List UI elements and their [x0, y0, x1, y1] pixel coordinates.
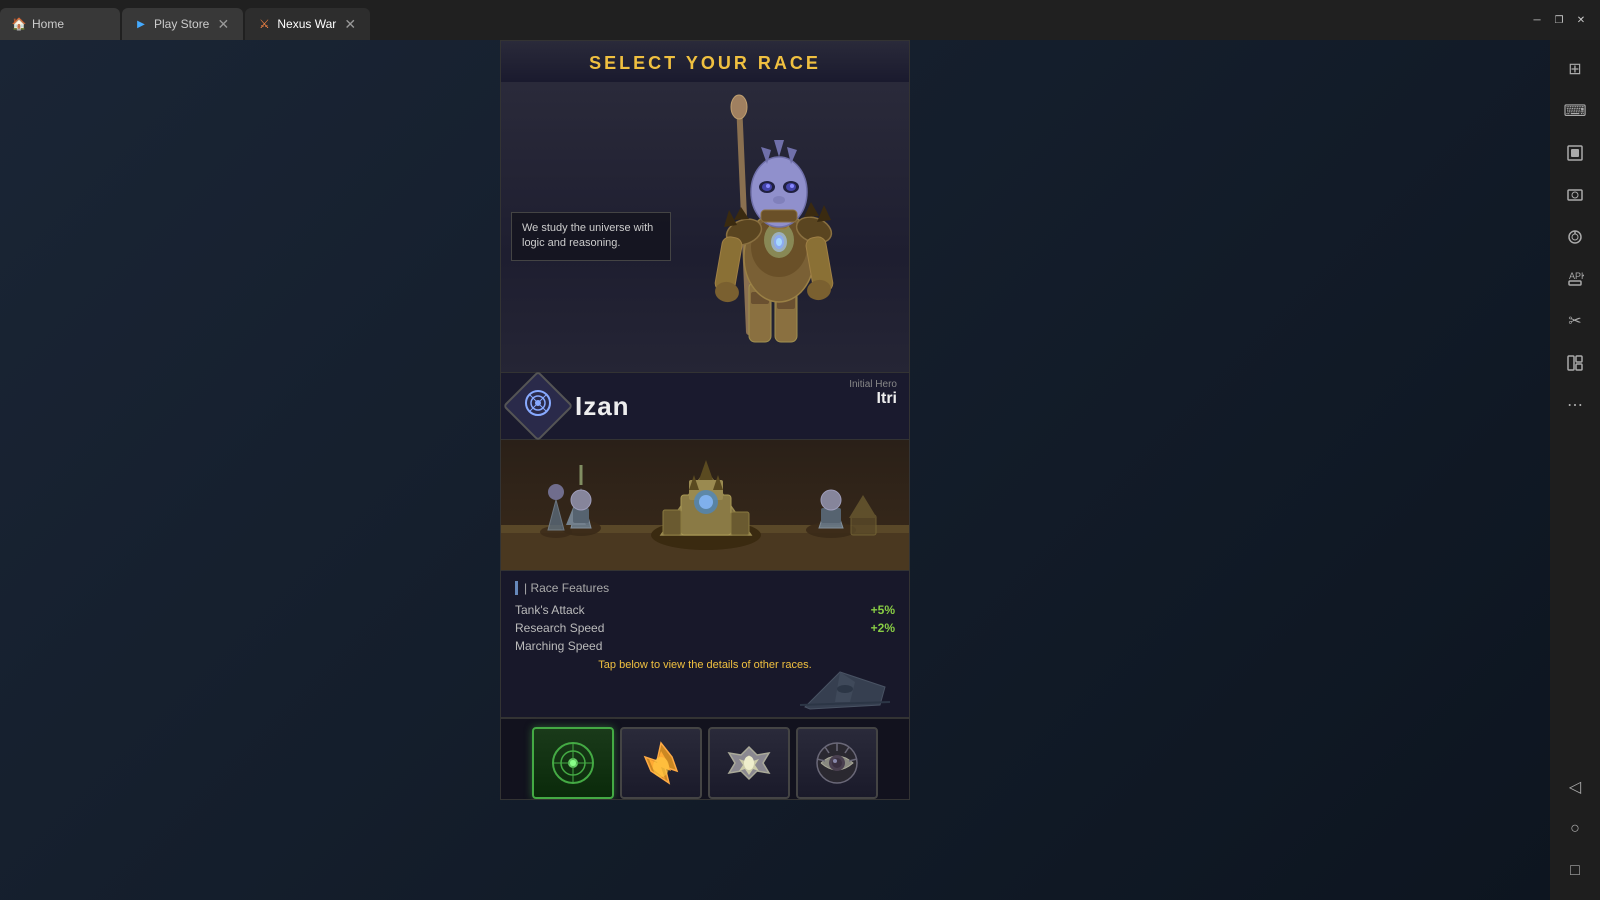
feature-row-marching: Marching Speed	[515, 639, 895, 653]
race-features-section: | Race Features Tank's Attack +5% Resear…	[501, 570, 909, 717]
feature-value-research: +2%	[871, 621, 895, 635]
race-emblem-icon	[523, 388, 553, 424]
race-btn-izan[interactable]	[532, 727, 614, 799]
race-emblem	[503, 371, 574, 442]
svg-text:APK: APK	[1569, 271, 1584, 281]
feature-name-tank: Tank's Attack	[515, 603, 585, 617]
race-features-title: | Race Features	[515, 581, 895, 595]
playstore-tab-favicon: ▶	[134, 17, 148, 31]
home-circle-icon[interactable]: ○	[1556, 810, 1594, 848]
character-description: We study the universe with logic and rea…	[511, 212, 671, 261]
nexuswar-tab-close[interactable]: ✕	[342, 16, 358, 32]
initial-hero-name: Itri	[849, 390, 897, 408]
grid-icon[interactable]: ⊞	[1556, 50, 1594, 88]
feature-value-tank: +5%	[871, 603, 895, 617]
scene-area	[501, 440, 909, 570]
race-name-row: Izan Initial Hero Itri	[501, 372, 909, 440]
layout-icon[interactable]	[1556, 344, 1594, 382]
playstore-tab-close[interactable]: ✕	[215, 16, 231, 32]
upload-icon[interactable]: APK	[1556, 260, 1594, 298]
game-panel: SELECT YOUR RACE We study the universe w…	[500, 40, 910, 800]
tab-home[interactable]: 🏠 Home	[0, 8, 120, 40]
tab-nexuswar[interactable]: ⚔ Nexus War ✕	[245, 8, 370, 40]
race-btn-eagle[interactable]	[708, 727, 790, 799]
record-icon[interactable]	[1556, 134, 1594, 172]
race-btn-eye[interactable]	[796, 727, 878, 799]
page-title: SELECT YOUR RACE	[501, 53, 909, 74]
home-tab-favicon: 🏠	[12, 17, 26, 31]
initial-hero-info: Initial Hero Itri	[849, 379, 897, 408]
right-sidebar: ⊞ ⌨ APK ✂ ⋯ ◁ ○ □	[1550, 40, 1600, 900]
race-selector	[501, 717, 909, 800]
character-figure	[659, 82, 879, 372]
feature-row-research: Research Speed +2%	[515, 621, 895, 635]
browser-chrome: 🏠 Home ▶ Play Store ✕ ⚔ Nexus War ✕ ─ ❐ …	[0, 0, 1600, 40]
scissors-icon[interactable]: ✂	[1556, 302, 1594, 340]
game-header: SELECT YOUR RACE	[501, 41, 909, 82]
restore-btn[interactable]: ❐	[1552, 13, 1566, 27]
home-tab-label: Home	[32, 17, 64, 31]
recent-apps-icon[interactable]: □	[1556, 852, 1594, 890]
race-btn-fire[interactable]	[620, 727, 702, 799]
tab-bar: 🏠 Home ▶ Play Store ✕ ⚔ Nexus War ✕	[0, 0, 1518, 40]
feature-row-tank: Tank's Attack +5%	[515, 603, 895, 617]
race-name: Izan	[575, 391, 630, 422]
initial-hero-label: Initial Hero	[849, 379, 897, 390]
nexuswar-tab-label: Nexus War	[277, 17, 336, 31]
feature-name-research: Research Speed	[515, 621, 604, 635]
more-dots-icon[interactable]: ⋯	[1556, 386, 1594, 424]
tab-playstore[interactable]: ▶ Play Store ✕	[122, 8, 243, 40]
keyboard-icon[interactable]: ⌨	[1556, 92, 1594, 130]
character-area: We study the universe with logic and rea…	[501, 82, 909, 372]
close-btn[interactable]: ✕	[1574, 13, 1588, 27]
sync-icon[interactable]	[1556, 218, 1594, 256]
minimize-btn[interactable]: ─	[1530, 13, 1544, 27]
window-controls: ─ ❐ ✕	[1518, 13, 1600, 27]
back-icon[interactable]: ◁	[1556, 768, 1594, 806]
playstore-tab-label: Play Store	[154, 17, 209, 31]
nexuswar-tab-favicon: ⚔	[257, 17, 271, 31]
screenshot-icon[interactable]	[1556, 176, 1594, 214]
feature-name-marching: Marching Speed	[515, 639, 602, 653]
